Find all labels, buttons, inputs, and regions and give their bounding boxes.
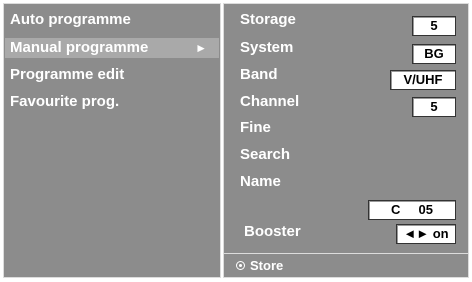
menu-item-label: Programme edit xyxy=(10,66,125,83)
menu-item-manual-programme[interactable]: Manual programme ► xyxy=(5,38,219,58)
system-label: System xyxy=(240,39,294,56)
menu-item-label: Favourite prog. xyxy=(10,93,120,110)
menu-item-label: Auto programme xyxy=(10,11,131,28)
name-value[interactable]: C 05 xyxy=(368,200,456,220)
menu-item-label: Manual programme xyxy=(10,39,149,56)
storage-label: Storage xyxy=(240,11,296,28)
storage-value[interactable]: 5 xyxy=(412,16,456,36)
store-bar[interactable]: Store xyxy=(224,253,468,277)
channel-value[interactable]: 5 xyxy=(412,97,456,117)
menu-item-favourite-prog[interactable]: Favourite prog. xyxy=(10,92,119,112)
manual-programme-panel: Storage 5 System BG Band V/UHF Channel 5… xyxy=(223,3,469,278)
tv-menu-screen: Auto programme Manual programme ► Progra… xyxy=(0,0,472,282)
radio-button-icon xyxy=(236,261,245,270)
channel-label: Channel xyxy=(240,93,300,110)
band-label: Band xyxy=(240,66,278,83)
search-label: Search xyxy=(240,146,291,163)
booster-value[interactable]: ◄► on xyxy=(396,224,456,244)
menu-item-programme-edit[interactable]: Programme edit xyxy=(10,65,124,85)
fine-label: Fine xyxy=(240,119,271,136)
band-value[interactable]: V/UHF xyxy=(390,70,456,90)
booster-label: Booster xyxy=(244,223,301,240)
system-value[interactable]: BG xyxy=(412,44,456,64)
store-label: Store xyxy=(250,258,284,273)
name-label: Name xyxy=(240,173,281,190)
arrow-right-icon: ► xyxy=(195,41,207,55)
menu-item-auto-programme[interactable]: Auto programme xyxy=(10,10,131,30)
main-menu-panel: Auto programme Manual programme ► Progra… xyxy=(3,3,221,278)
